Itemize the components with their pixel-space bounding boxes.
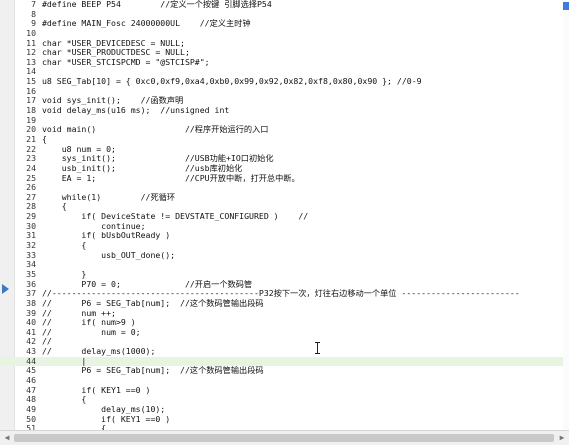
ibeam-cursor-icon <box>315 342 321 354</box>
code-line[interactable]: 20 void main() //程序开始运行的入口 <box>0 125 569 135</box>
line-code[interactable]: char *USER_STCISPCMD = "@STCISP#"; <box>42 57 210 68</box>
line-code[interactable]: // num = 0; <box>42 327 141 338</box>
code-line[interactable]: 25 EA = 1; //CPU开放中断，打开总中断。 <box>0 173 569 184</box>
code-line[interactable]: 33 usb_OUT_done(); <box>0 250 569 261</box>
horizontal-scrollbar[interactable]: ◀ ▶ <box>0 430 569 445</box>
code-line[interactable]: 13 char *USER_STCISPCMD = "@STCISP#"; <box>0 57 569 68</box>
line-code[interactable]: #define BEEP P54 //定义一个按键 引脚选择P54 <box>42 0 272 10</box>
line-code[interactable]: #define MAIN_Fosc 24000000UL //定义主时钟 <box>42 19 251 29</box>
code-line[interactable]: 15 u8 SEG_Tab[10] = { 0xc0,0xf9,0xa4,0xb0… <box>0 76 569 87</box>
line-code[interactable]: void delay_ms(u16 ms); //unsigned int <box>42 105 229 116</box>
code-line[interactable]: 27 while(1) //死循环 <box>0 192 569 203</box>
code-editor[interactable]: 7 #define BEEP P54 //定义一个按键 引脚选择P54 8 9 #def… <box>0 0 569 430</box>
scrollbar-thumb[interactable] <box>14 434 554 442</box>
arrow-right-icon[interactable]: ▶ <box>557 433 567 443</box>
line-code[interactable]: u8 SEG_Tab[10] = { 0xc0,0xf9,0xa4,0xb0,0… <box>42 76 422 87</box>
arrow-left-icon[interactable]: ◀ <box>2 433 12 443</box>
code-line[interactable]: 18 void delay_ms(u16 ms); //unsigned int <box>0 105 569 116</box>
line-code[interactable]: EA = 1; //CPU开放中断，打开总中断。 <box>42 173 300 184</box>
overview-ruler[interactable] <box>563 0 569 430</box>
code-line[interactable]: 9 #define MAIN_Fosc 24000000UL //定义主时钟 <box>0 19 569 29</box>
code-line[interactable]: 45 P6 = SEG_Tab[num]; //这个数码管输出段码 <box>0 366 569 376</box>
line-code[interactable]: usb_OUT_done(); <box>42 250 175 261</box>
code-line[interactable]: 7 #define BEEP P54 //定义一个按键 引脚选择P54 <box>0 0 569 10</box>
line-code[interactable]: void main() //程序开始运行的入口 <box>42 125 269 135</box>
code-lines[interactable]: 7 #define BEEP P54 //定义一个按键 引脚选择P54 8 9 #def… <box>0 0 569 430</box>
scroll-position-mark <box>563 2 569 10</box>
line-code[interactable]: P6 = SEG_Tab[num]; //这个数码管输出段码 <box>42 366 263 376</box>
arrow-marker-icon <box>2 284 9 294</box>
code-line[interactable]: 41// num = 0; <box>0 327 569 338</box>
